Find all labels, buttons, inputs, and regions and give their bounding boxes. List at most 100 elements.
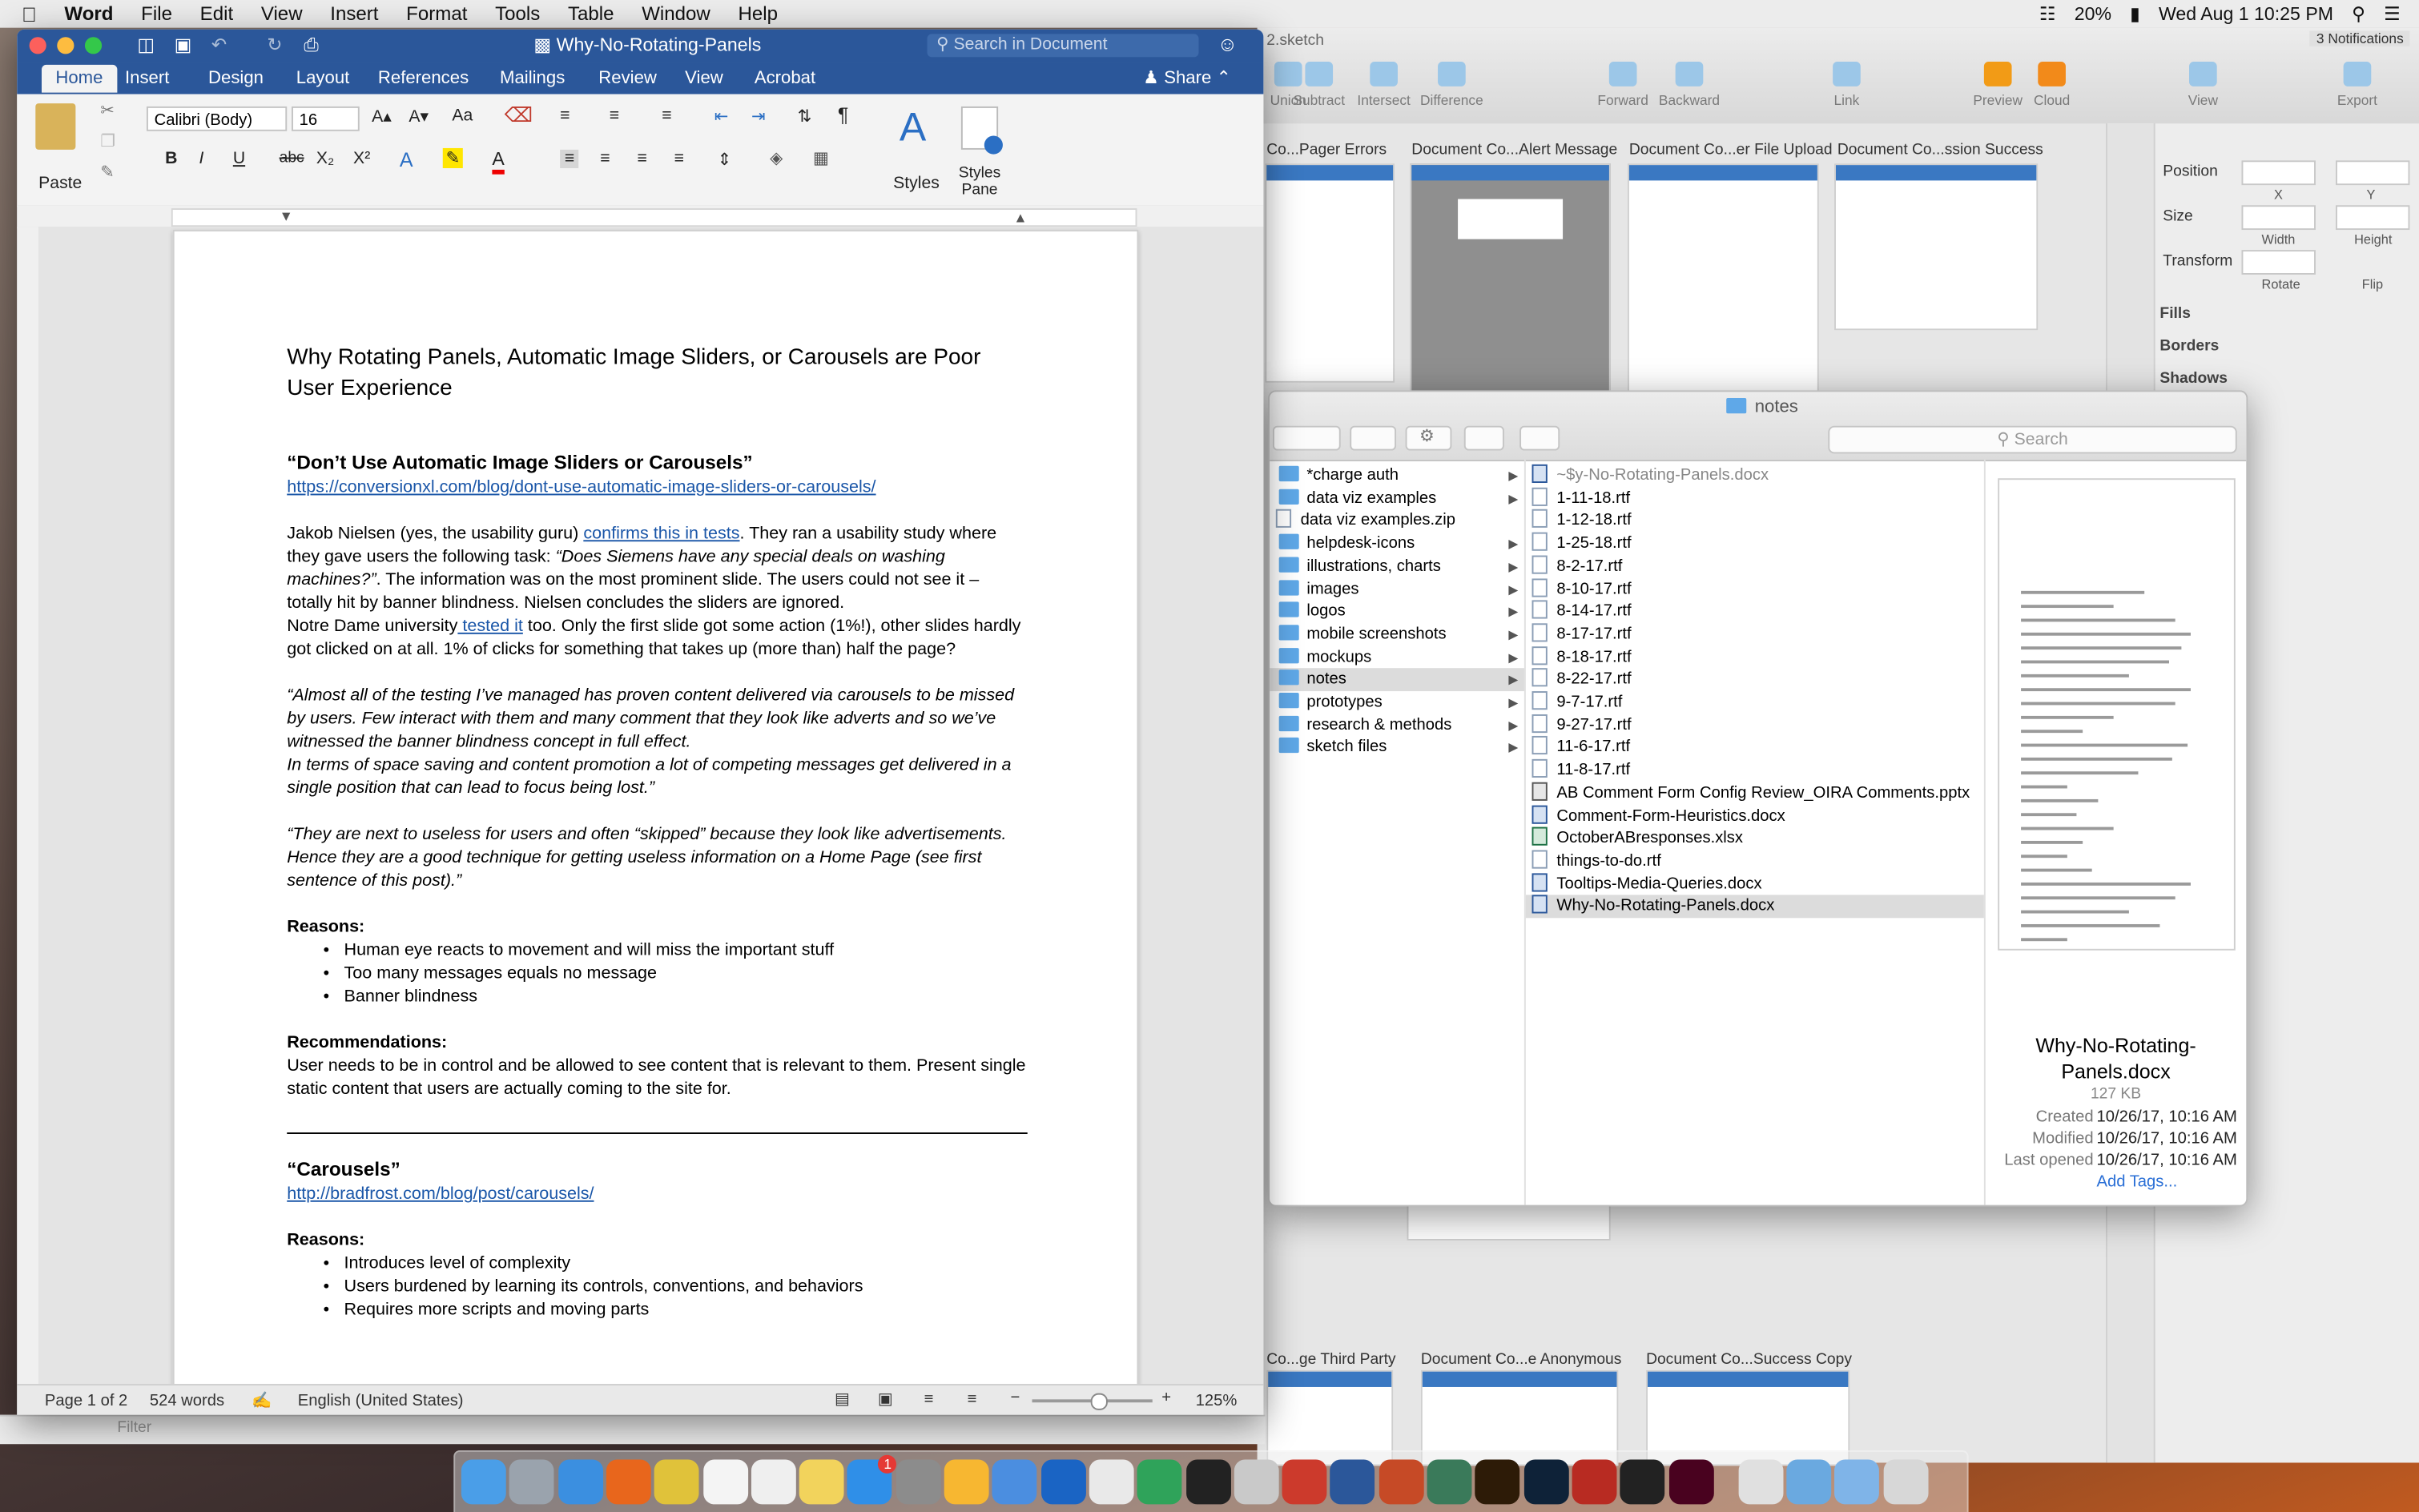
file-row[interactable]: 9-27-17.rtf <box>1526 714 1984 737</box>
sketch-tool-backward[interactable]: Backward <box>1648 62 1731 108</box>
recommendations-text[interactable]: User needs to be in control and be allow… <box>287 1056 1027 1102</box>
document-page[interactable]: Why Rotating Panels, Automatic Image Sli… <box>172 230 1139 1385</box>
bold-button[interactable]: B <box>165 150 177 168</box>
notifications-badge[interactable]: 3 Notifications <box>2310 30 2410 46</box>
file-row[interactable]: 8-17-17.rtf <box>1526 623 1984 646</box>
indent-marker-icon[interactable]: ▼ <box>280 208 293 223</box>
borders-section[interactable]: Borders <box>2159 338 2219 355</box>
filter-input[interactable]: Filter <box>117 1419 151 1436</box>
dock-green-app-icon[interactable] <box>1137 1459 1182 1505</box>
quote-paragraph[interactable]: “Almost all of the testing I’ve managed … <box>287 685 1027 754</box>
artboard-thumbnail[interactable] <box>1407 1203 1611 1241</box>
dock-maps-icon[interactable] <box>992 1459 1037 1505</box>
folder-row[interactable]: logos ▶ <box>1270 601 1524 624</box>
dock-firefox-icon[interactable] <box>606 1459 651 1505</box>
sketch-tool-link[interactable]: Link <box>1805 62 1888 108</box>
collapse-ribbon-icon[interactable]: ⌃ <box>1216 70 1231 88</box>
file-row[interactable]: ~$y-No-Rotating-Panels.docx <box>1526 464 1984 488</box>
menu-format[interactable]: Format <box>406 0 467 28</box>
reasons-heading[interactable]: Reasons: <box>287 1229 1027 1253</box>
artboard-label[interactable]: Co...ge Third Party <box>1266 1352 1395 1369</box>
dock-illustrator-icon[interactable] <box>1475 1459 1520 1505</box>
folder-row[interactable]: images ▶ <box>1270 577 1524 601</box>
dock-downloads-icon[interactable] <box>1786 1459 1832 1505</box>
file-row[interactable]: 8-18-17.rtf <box>1526 645 1984 669</box>
artboard-label[interactable]: Document Co...ssion Success <box>1837 142 2043 159</box>
dock-photoshop-icon[interactable] <box>1523 1459 1568 1505</box>
paste-icon[interactable] <box>35 103 76 150</box>
quote-paragraph[interactable]: “They are next to useless for users and … <box>287 824 1027 894</box>
dock-slack-icon[interactable] <box>1089 1459 1134 1505</box>
sketch-tool-cloud[interactable]: Cloud <box>2010 62 2094 108</box>
artboard-label[interactable]: Document Co...Success Copy <box>1646 1352 1852 1369</box>
align-center-button[interactable]: ≡ <box>600 150 610 168</box>
sidebar-toggle-icon[interactable]: ◫ <box>137 34 155 55</box>
right-indent-marker-icon[interactable]: ▲ <box>1013 210 1027 225</box>
outline-view-icon[interactable]: ≡ <box>924 1390 934 1409</box>
print-icon[interactable]: ⎙ <box>304 34 319 57</box>
position-y-input[interactable] <box>2335 160 2410 186</box>
menu-insert[interactable]: Insert <box>330 0 378 28</box>
file-row[interactable]: 1-11-18.rtf <box>1526 487 1984 510</box>
folder-row[interactable]: illustrations, charts ▶ <box>1270 555 1524 578</box>
file-row[interactable]: things-to-do.rtf <box>1526 850 1984 873</box>
multilevel-list-icon[interactable]: ≡ <box>662 107 671 125</box>
file-row[interactable]: 11-6-17.rtf <box>1526 736 1984 760</box>
dock-folder-icon[interactable] <box>1834 1459 1880 1505</box>
file-row[interactable]: 9-7-17.rtf <box>1526 691 1984 714</box>
dock-textedit-icon[interactable] <box>751 1459 796 1505</box>
grow-font-icon[interactable]: A▴ <box>372 107 392 127</box>
spotlight-icon[interactable]: ⚲ <box>2352 0 2365 28</box>
file-row[interactable]: OctoberABresponses.xlsx <box>1526 826 1984 850</box>
web-layout-icon[interactable]: ▣ <box>878 1390 893 1409</box>
file-row[interactable]: 11-8-17.rtf <box>1526 759 1984 782</box>
clear-formatting-icon[interactable]: ⌫ <box>505 103 533 128</box>
borders-icon[interactable]: ▦ <box>813 148 829 168</box>
folder-row[interactable]: research & methods ▶ <box>1270 714 1524 737</box>
italic-button[interactable]: I <box>199 150 203 168</box>
dock-safari-icon[interactable] <box>557 1459 603 1505</box>
justify-button[interactable]: ≡ <box>674 150 684 168</box>
clock[interactable]: Wed Aug 1 10:25 PM <box>2159 0 2333 28</box>
text-effects-icon[interactable]: A <box>400 148 413 171</box>
language[interactable]: English (United States) <box>298 1392 464 1410</box>
tags-button[interactable] <box>1519 425 1560 451</box>
dock-app-store-icon[interactable]: 1 <box>847 1454 897 1505</box>
dock-outlook-icon[interactable] <box>1040 1459 1086 1505</box>
list-item[interactable]: Requires more scripts and moving parts <box>344 1299 1028 1322</box>
battery-percent[interactable]: 20% <box>2075 0 2111 28</box>
paste-button[interactable]: Paste <box>38 175 82 193</box>
tab-review[interactable]: Review <box>598 66 657 91</box>
dock-indesign-icon[interactable] <box>1668 1459 1713 1505</box>
file-row[interactable]: 1-25-18.rtf <box>1526 532 1984 556</box>
artboard-thumbnail[interactable] <box>1410 163 1611 399</box>
sketch-tool-export[interactable]: Export <box>2316 62 2399 108</box>
source-link[interactable]: http://bradfrost.com/blog/post/carousels… <box>287 1185 594 1204</box>
file-row[interactable]: 8-10-17.rtf <box>1526 577 1984 601</box>
document-body[interactable]: Why Rotating Panels, Automatic Image Sli… <box>287 343 1028 1322</box>
zoom-slider[interactable] <box>1032 1393 1153 1410</box>
dock-chrome-icon[interactable] <box>654 1459 699 1505</box>
arrange-button[interactable] <box>1350 425 1397 451</box>
undo-icon[interactable]: ↶ <box>211 34 227 55</box>
shading-icon[interactable]: ◈ <box>770 148 783 168</box>
file-row[interactable]: 8-2-17.rtf <box>1526 555 1984 578</box>
styles-pane-button[interactable]: Styles Pane <box>953 165 1005 199</box>
font-name-select[interactable]: Calibri (Body) <box>146 106 288 131</box>
smiley-feedback-icon[interactable]: ☺ <box>1218 32 1238 55</box>
dock-dark-app-icon[interactable] <box>1185 1459 1231 1505</box>
file-row[interactable]: 8-14-17.rtf <box>1526 600 1984 624</box>
proofing-icon[interactable]: ✍ <box>252 1390 272 1410</box>
page-count[interactable]: Page 1 of 2 <box>45 1392 127 1410</box>
sort-icon[interactable]: ⇅ <box>798 107 812 127</box>
folder-row[interactable]: prototypes ▶ <box>1270 691 1524 714</box>
list-item[interactable]: Human eye reacts to movement and will mi… <box>344 939 1028 963</box>
height-input[interactable] <box>2335 205 2410 231</box>
search-in-document-input[interactable]: ⚲ Search in Document <box>927 34 1199 58</box>
folder-row[interactable]: *charge auth ▶ <box>1270 464 1524 488</box>
sketch-tool-difference[interactable]: Difference <box>1410 62 1493 108</box>
document-preview-thumbnail[interactable] <box>1998 478 2236 951</box>
quote-paragraph[interactable]: In terms of space saving and content pro… <box>287 754 1027 801</box>
styles-icon[interactable]: A <box>900 103 926 151</box>
paragraph[interactable]: Notre Dame university tested it too. Onl… <box>287 616 1027 662</box>
